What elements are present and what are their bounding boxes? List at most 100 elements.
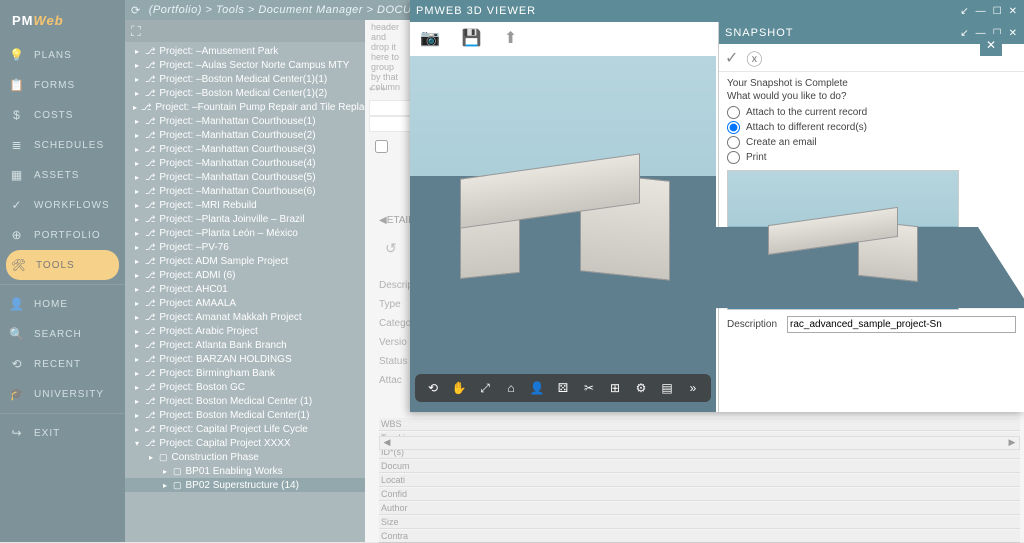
caret-icon[interactable]: ▸ <box>133 61 141 70</box>
caret-icon[interactable]: ▸ <box>133 327 141 336</box>
caret-icon[interactable]: ▸ <box>133 397 141 406</box>
caret-icon[interactable]: ▸ <box>133 313 141 322</box>
snapshot-pin-icon[interactable]: ↙ <box>960 28 969 39</box>
tree-row[interactable]: ▸⎇Project: –Manhattan Courthouse(4) <box>125 156 365 170</box>
tree-row[interactable]: ▸⎇Project: Atlanta Bank Branch <box>125 338 365 352</box>
confirm-icon[interactable]: ✓ <box>725 48 738 68</box>
snapshot-radio[interactable] <box>727 106 740 119</box>
nav-item-university[interactable]: 🎓UNIVERSITY <box>0 379 125 409</box>
viewer-control[interactable]: ⤢ <box>475 378 495 398</box>
tree-row[interactable]: ▸⎇Project: –PV-76 <box>125 240 365 254</box>
viewer-control[interactable]: ▤ <box>657 378 677 398</box>
viewer-control[interactable]: » <box>683 378 703 398</box>
caret-icon[interactable]: ▸ <box>133 47 141 56</box>
caret-icon[interactable]: ▸ <box>133 215 141 224</box>
caret-icon[interactable]: ▸ <box>133 159 141 168</box>
caret-icon[interactable]: ▸ <box>133 103 137 112</box>
caret-icon[interactable]: ▸ <box>133 243 141 252</box>
tree-row[interactable]: ▸⎇Project: Amanat Makkah Project <box>125 310 365 324</box>
viewer-control[interactable]: ✋ <box>449 378 469 398</box>
tree-row[interactable]: ▸⎇Project: –Manhattan Courthouse(5) <box>125 170 365 184</box>
caret-icon[interactable]: ▸ <box>133 425 141 434</box>
tree-row[interactable]: ▸⎇Project: Boston Medical Center(1) <box>125 408 365 422</box>
tree-row[interactable]: ▸⎇Project: –Planta León – México <box>125 226 365 240</box>
tree-row[interactable]: ▸⎇Project: Capital Project Life Cycle <box>125 422 365 436</box>
snapshot-option[interactable]: Attach to the current record <box>727 106 1016 119</box>
viewer-canvas[interactable]: ⟲✋⤢⌂👤⚄✂⊞⚙▤» <box>410 56 716 412</box>
caret-icon[interactable]: ▸ <box>133 355 141 364</box>
tree-row[interactable]: ▸⎇Project: Boston Medical Center (1) <box>125 394 365 408</box>
caret-icon[interactable]: ▸ <box>133 131 141 140</box>
caret-icon[interactable]: ▸ <box>133 369 141 378</box>
caret-icon[interactable]: ▸ <box>161 481 169 490</box>
snapshot-option[interactable]: Print <box>727 151 1016 164</box>
tree-row[interactable]: ▸⎇Project: BARZAN HOLDINGS <box>125 352 365 366</box>
caret-icon[interactable]: ▾ <box>133 439 141 448</box>
viewer-control[interactable]: ✂ <box>579 378 599 398</box>
nav-item-forms[interactable]: 📋FORMS <box>0 70 125 100</box>
tree-row[interactable]: ▸⎇Project: –Manhattan Courthouse(1) <box>125 114 365 128</box>
tree-row[interactable]: ▸⎇Project: Birmingham Bank <box>125 366 365 380</box>
viewer-control[interactable]: ⚄ <box>553 378 573 398</box>
modal-close-x[interactable]: ✕ <box>980 34 1002 56</box>
tree-row[interactable]: ▸⎇Project: Arabic Project <box>125 324 365 338</box>
row-checkbox[interactable] <box>375 140 388 156</box>
upload-icon[interactable]: ⬆ <box>504 28 517 48</box>
caret-icon[interactable]: ▸ <box>133 89 141 98</box>
tree-row[interactable]: ▸⎇Project: –Manhattan Courthouse(2) <box>125 128 365 142</box>
snapshot-radio[interactable] <box>727 151 740 164</box>
caret-icon[interactable]: ▸ <box>133 173 141 182</box>
caret-icon[interactable]: ▸ <box>133 187 141 196</box>
tree-row[interactable]: ▸⎇Project: Boston GC <box>125 380 365 394</box>
tree-row[interactable]: ▸⎇Project: ADMI (6) <box>125 268 365 282</box>
snapshot-close-icon[interactable]: ✕ <box>1009 28 1018 39</box>
refresh-icon[interactable]: ⟳ <box>131 4 141 17</box>
tree-row[interactable]: ▸⎇Project: –Boston Medical Center(1)(2) <box>125 86 365 100</box>
tree-child-row[interactable]: ▸▢BP02 Superstructure (14) <box>125 478 365 492</box>
history-icon[interactable]: ↺ <box>385 240 397 257</box>
tree-child-row[interactable]: ▸▢Construction Phase <box>125 450 365 464</box>
caret-icon[interactable]: ▸ <box>133 229 141 238</box>
description-input[interactable] <box>787 316 1016 333</box>
caret-icon[interactable]: ▸ <box>133 145 141 154</box>
viewer-control[interactable]: ⟲ <box>423 378 443 398</box>
scroll-left-icon[interactable]: ◀ <box>380 437 394 449</box>
tree-row[interactable]: ▸⎇Project: –MRI Rebuild <box>125 198 365 212</box>
tree-row[interactable]: ▸⎇Project: –Aulas Sector Norte Campus MT… <box>125 58 365 72</box>
caret-icon[interactable]: ▸ <box>133 117 141 126</box>
tree-row[interactable]: ▸⎇Project: –Boston Medical Center(1)(1) <box>125 72 365 86</box>
nav-item-home[interactable]: 👤HOME <box>0 289 125 319</box>
caret-icon[interactable]: ▸ <box>133 75 141 84</box>
viewer-maximize-icon[interactable]: ☐ <box>993 6 1003 17</box>
viewer-close-icon[interactable]: ✕ <box>1009 6 1018 17</box>
tree-row[interactable]: ▸⎇Project: AMAALA <box>125 296 365 310</box>
h-scrollbar[interactable]: ◀ ▶ <box>379 436 1020 450</box>
nav-item-schedules[interactable]: ≣SCHEDULES <box>0 130 125 160</box>
viewer-control[interactable]: 👤 <box>527 378 547 398</box>
nav-item-exit[interactable]: ↪EXIT <box>0 418 125 448</box>
viewer-minimize-icon[interactable]: — <box>976 6 987 17</box>
snapshot-radio[interactable] <box>727 136 740 149</box>
tree-row[interactable]: ▸⎇Project: –Manhattan Courthouse(6) <box>125 184 365 198</box>
nav-item-costs[interactable]: $COSTS <box>0 100 125 130</box>
caret-icon[interactable]: ▸ <box>133 411 141 420</box>
caret-icon[interactable]: ▸ <box>147 453 155 462</box>
tree-row[interactable]: ▸⎇Project: –Planta Joinville – Brazil <box>125 212 365 226</box>
viewer-control[interactable]: ⊞ <box>605 378 625 398</box>
snapshot-option[interactable]: Attach to different record(s) <box>727 121 1016 134</box>
nav-item-plans[interactable]: 💡PLANS <box>0 40 125 70</box>
nav-item-assets[interactable]: ▦ASSETS <box>0 160 125 190</box>
caret-icon[interactable]: ▸ <box>133 271 141 280</box>
tree-settings-icon[interactable]: ⛶ <box>131 23 141 40</box>
snapshot-option[interactable]: Create an email <box>727 136 1016 149</box>
tree-child-row[interactable]: ▸▢BP01 Enabling Works <box>125 464 365 478</box>
tree-row[interactable]: ▸⎇Project: AHC01 <box>125 282 365 296</box>
caret-icon[interactable]: ▸ <box>133 383 141 392</box>
tree-row[interactable]: ▸⎇Project: ADM Sample Project <box>125 254 365 268</box>
tree-row[interactable]: ▸⎇Project: –Amusement Park <box>125 44 365 58</box>
save-icon[interactable]: 💾 <box>462 28 482 48</box>
camera-icon[interactable]: 📷 <box>420 28 440 48</box>
nav-item-tools[interactable]: 🛠TOOLS <box>6 250 119 280</box>
caret-icon[interactable]: ▸ <box>133 257 141 266</box>
caret-icon[interactable]: ▸ <box>133 201 141 210</box>
